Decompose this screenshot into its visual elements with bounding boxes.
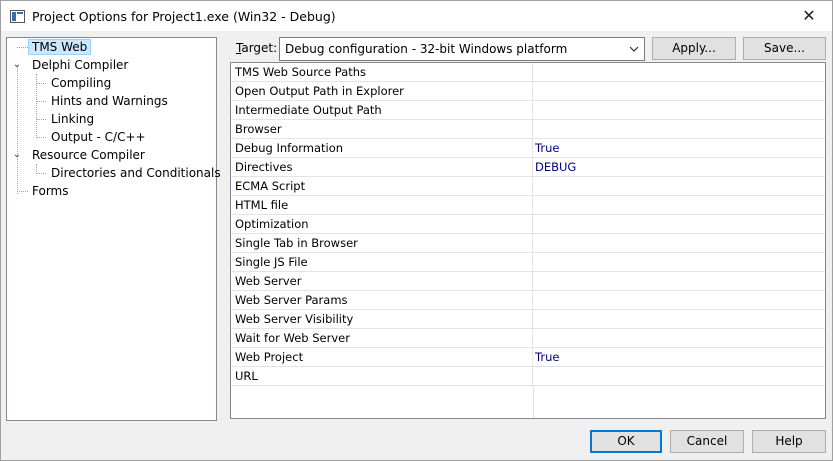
tree-item-label: Compiling [51,76,112,90]
tree-item-linking[interactable]: Linking [47,110,98,128]
property-name: URL [231,367,533,385]
tree-item-output-c-cpp[interactable]: Output - C/C++ [47,128,150,146]
target-label: Target: [236,41,277,55]
tree-connector [17,47,28,48]
property-row[interactable]: TMS Web Source Paths [231,63,825,82]
property-grid[interactable]: TMS Web Source Paths Open Output Path in … [230,62,826,419]
tree-item-label: Directories and Conditionals [51,166,221,180]
property-row[interactable]: HTML file [231,196,825,215]
property-name: Browser [231,120,533,138]
target-combobox[interactable]: Debug configuration - 32-bit Windows pla… [279,37,645,61]
chevron-down-icon[interactable]: ⌄ [12,146,22,164]
chevron-down-icon[interactable] [628,41,640,60]
tree-item-label: Forms [32,184,69,198]
tree-item-label: Resource Compiler [32,148,145,162]
property-row[interactable]: Web Server Params [231,291,825,310]
tree-item-compiling[interactable]: Compiling [47,74,115,92]
chevron-down-icon[interactable]: ⌄ [12,56,22,74]
target-label-rest: arget: [241,41,278,55]
property-name: Optimization [231,215,533,233]
window-title: Project Options for Project1.exe (Win32 … [32,9,336,24]
property-row[interactable]: Web Project True [231,348,825,367]
property-name: ECMA Script [231,177,533,195]
tree-item-resource-compiler[interactable]: Resource Compiler [28,146,149,164]
tree-connector [17,191,28,192]
property-name: Single JS File [231,253,533,271]
help-button[interactable]: Help [752,430,826,453]
property-name: TMS Web Source Paths [231,63,533,81]
tree-item-label: Delphi Compiler [32,58,129,72]
tree-item-label: Hints and Warnings [51,94,168,108]
title-bar: Project Options for Project1.exe (Win32 … [0,0,833,31]
tree-connector [36,83,46,84]
tree-item-hints-and-warnings[interactable]: Hints and Warnings [47,92,172,110]
property-name: Web Project [231,348,533,366]
property-row[interactable]: Open Output Path in Explorer [231,82,825,101]
cancel-button[interactable]: Cancel [670,430,744,453]
property-value[interactable]: DEBUG [535,158,576,176]
tree-item-label: TMS Web [28,39,92,55]
property-value[interactable]: True [535,139,559,157]
property-row[interactable]: Intermediate Output Path [231,101,825,120]
property-value[interactable]: True [535,348,559,366]
property-name: Intermediate Output Path [231,101,533,119]
close-button[interactable]: ✕ [786,1,832,31]
window-icon [10,10,25,23]
property-name: Directives [231,158,533,176]
options-tree[interactable]: TMS Web ⌄ Delphi Compiler Compiling Hint… [6,37,221,421]
tree-connector [36,173,46,174]
property-name: Web Server [231,272,533,290]
property-row[interactable]: Web Server Visibility [231,310,825,329]
tree-item-tms-web[interactable]: TMS Web [28,38,92,56]
tree-item-forms[interactable]: Forms [28,182,72,200]
property-name: HTML file [231,196,533,214]
property-name: Web Server Visibility [231,310,533,328]
tree-item-label: Linking [51,112,95,126]
property-row[interactable]: Optimization [231,215,825,234]
save-button[interactable]: Save... [743,37,826,60]
property-name: Debug Information [231,139,533,157]
property-row[interactable]: Directives DEBUG [231,158,825,177]
property-name: Single Tab in Browser [231,234,533,252]
tree-connector [36,137,46,138]
tree-connector [36,101,46,102]
property-row[interactable]: Wait for Web Server [231,329,825,348]
property-row[interactable]: Web Server [231,272,825,291]
tree-connector [36,119,46,120]
property-row[interactable]: Debug Information True [231,139,825,158]
property-name: Web Server Params [231,291,533,309]
property-row[interactable]: Browser [231,120,825,139]
apply-button[interactable]: Apply... [652,37,736,60]
property-name: Open Output Path in Explorer [231,82,533,100]
ok-button[interactable]: OK [590,430,662,453]
property-name: Wait for Web Server [231,329,533,347]
property-row[interactable]: URL [231,367,825,386]
property-row[interactable]: Single JS File [231,253,825,272]
property-row[interactable]: Single Tab in Browser [231,234,825,253]
target-combobox-value: Debug configuration - 32-bit Windows pla… [285,42,568,56]
tree-item-directories-and-conditionals[interactable]: Directories and Conditionals [47,164,225,182]
tree-connector [17,66,18,194]
tree-item-label: Output - C/C++ [51,130,146,144]
property-row[interactable]: ECMA Script [231,177,825,196]
grid-column-divider [533,386,534,418]
tree-item-delphi-compiler[interactable]: Delphi Compiler [28,56,132,74]
